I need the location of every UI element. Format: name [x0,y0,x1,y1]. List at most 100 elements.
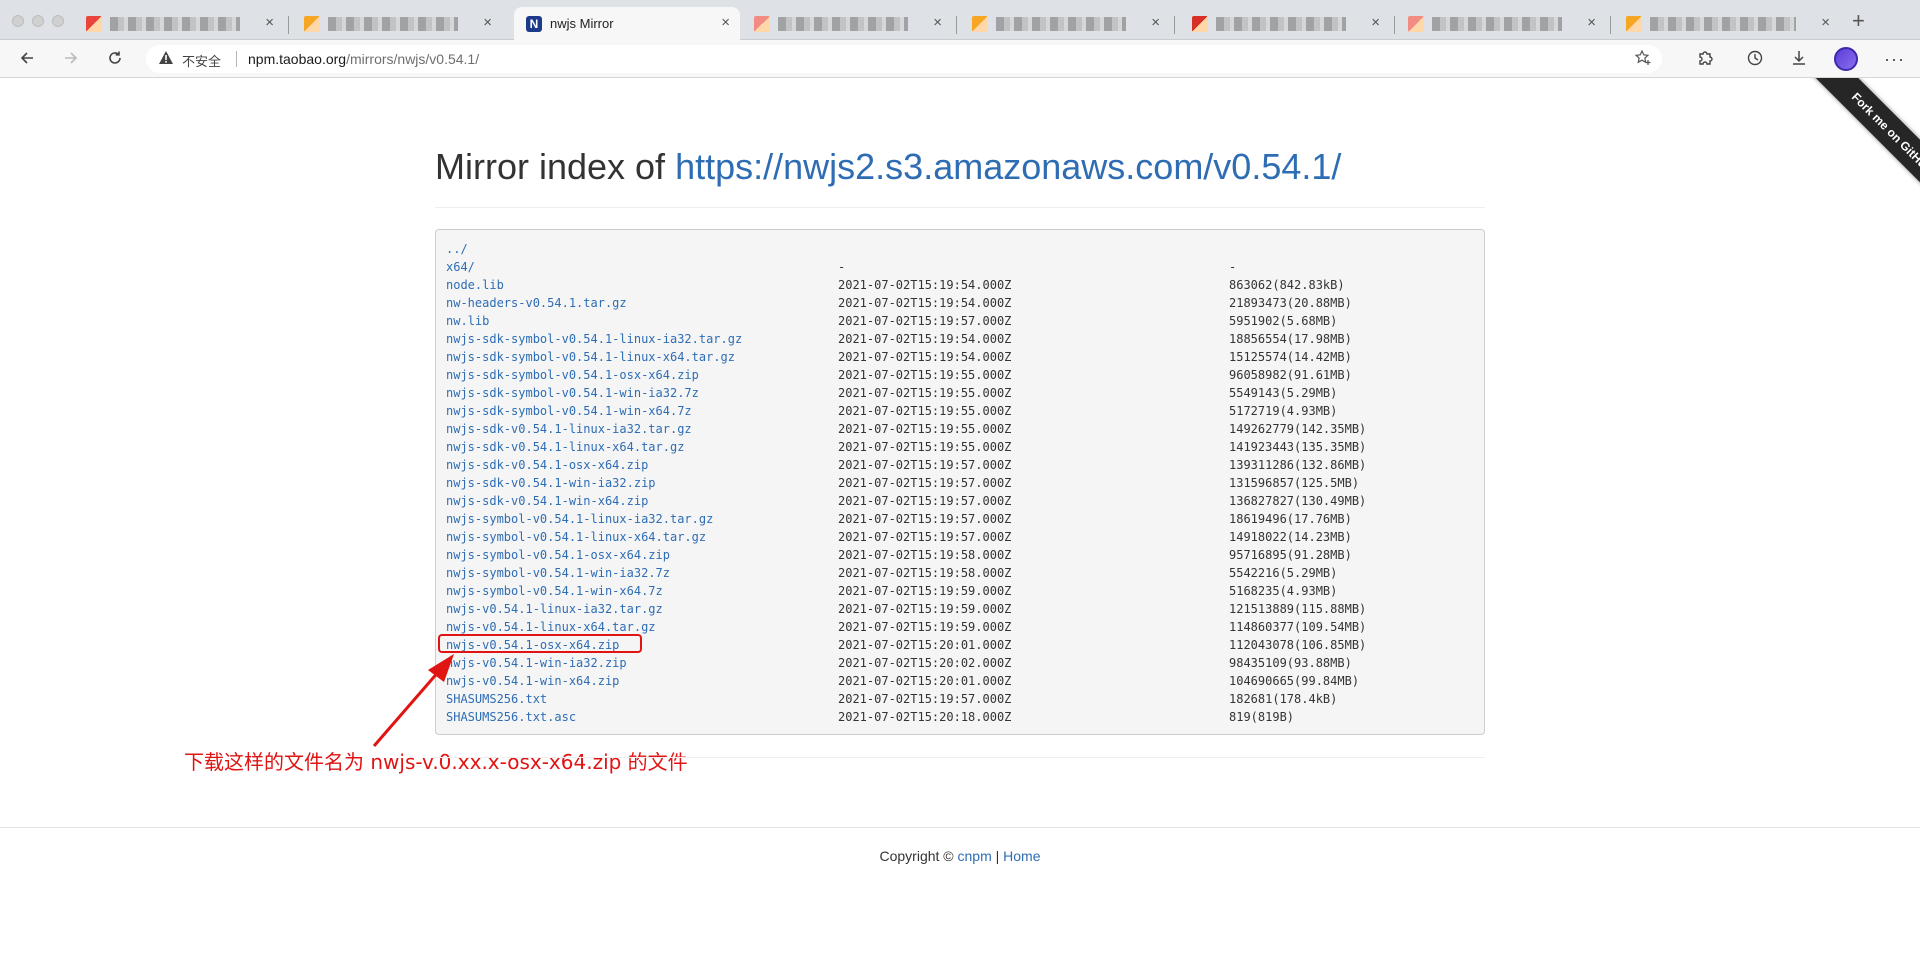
file-date: 2021-07-02T15:19:59.000Z [838,620,1012,634]
file-date: 2021-07-02T15:19:59.000Z [838,584,1012,598]
file-link[interactable]: nwjs-sdk-symbol-v0.54.1-win-x64.7z [446,402,692,420]
file-link[interactable]: nwjs-symbol-v0.54.1-linux-ia32.tar.gz [446,510,713,528]
new-tab-button[interactable]: + [1852,8,1865,34]
file-size: 14918022(14.23MB) [1229,530,1352,544]
file-link[interactable]: nwjs-sdk-v0.54.1-win-ia32.zip [446,474,656,492]
file-link[interactable]: nwjs-symbol-v0.54.1-win-ia32.7z [446,564,670,582]
tab[interactable]: × [1614,7,1840,40]
mirror-source-link[interactable]: https://nwjs2.s3.amazonaws.com/v0.54.1/ [675,146,1341,187]
reload-icon[interactable] [106,49,124,71]
github-ribbon-label[interactable]: Fork me on GitHub [1803,78,1920,222]
file-link[interactable]: nwjs-sdk-symbol-v0.54.1-osx-x64.zip [446,366,699,384]
file-date: 2021-07-02T15:19:57.000Z [838,692,1012,706]
file-link[interactable]: nwjs-sdk-symbol-v0.54.1-win-ia32.7z [446,384,699,402]
tab-close-icon[interactable]: × [265,14,274,31]
tab-close-icon[interactable]: × [721,14,730,31]
forward-arrow-icon[interactable] [62,49,80,71]
window-zoom-dot[interactable] [52,15,64,27]
copyright-text: Copyright © [879,848,958,864]
file-row: SHASUMS256.txt.asc 2021-07-02T15:20:18.00… [446,708,1476,726]
file-date: 2021-07-02T15:19:55.000Z [838,386,1012,400]
tab-active[interactable]: Nnwjs Mirror × [514,7,740,40]
page-title: Mirror index of https://nwjs2.s3.amazona… [435,146,1341,188]
file-link[interactable]: nwjs-sdk-v0.54.1-linux-ia32.tar.gz [446,420,692,438]
tab-close-icon[interactable]: × [483,14,492,31]
tab[interactable]: × [74,7,284,40]
footer-separator: | [991,848,1004,864]
tab-close-icon[interactable]: × [1371,14,1380,31]
file-link[interactable]: nwjs-sdk-symbol-v0.54.1-linux-ia32.tar.g… [446,330,742,348]
file-link[interactable]: nwjs-sdk-v0.54.1-win-x64.zip [446,492,648,510]
favorite-star-icon[interactable] [1634,49,1652,72]
file-row: nwjs-v0.54.1-win-ia32.zip 2021-07-02T15:2… [446,654,1476,672]
file-link[interactable]: node.lib [446,276,504,294]
file-link[interactable]: x64/ [446,258,475,276]
home-link[interactable]: Home [1003,848,1040,864]
file-size: 182681(178.4kB) [1229,692,1338,706]
url-text[interactable]: npm.taobao.org/mirrors/nwjs/v0.54.1/ [248,51,479,67]
file-size: 5549143(5.29MB) [1229,386,1338,400]
tab[interactable]: × [1180,7,1390,40]
file-link[interactable]: nw.lib [446,312,489,330]
toolbar: 不安全 npm.taobao.org/mirrors/nwjs/v0.54.1/… [0,40,1920,78]
file-date: - [838,260,846,274]
annotation-text: 下载这样的文件名为 nwjs-v.0.xx.x-osx-x64.zip 的文件 [184,750,688,774]
file-row: x64/ - - [446,258,1476,276]
tab-close-icon[interactable]: × [1151,14,1160,31]
file-link[interactable]: nwjs-sdk-symbol-v0.54.1-linux-x64.tar.gz [446,348,735,366]
file-date: 2021-07-02T15:19:54.000Z [838,296,1012,310]
warning-icon[interactable] [158,50,174,68]
file-size: 141923443(135.35MB) [1229,440,1367,454]
more-menu-icon[interactable]: ··· [1884,49,1905,69]
file-link[interactable]: nwjs-symbol-v0.54.1-linux-x64.tar.gz [446,528,706,546]
file-row: nwjs-sdk-symbol-v0.54.1-win-x64.7z 2021-0… [446,402,1476,420]
tab[interactable]: × [960,7,1170,40]
github-ribbon[interactable]: Fork me on GitHub [1770,78,1920,228]
file-link[interactable]: nwjs-v0.54.1-win-ia32.zip [446,654,627,672]
file-date: 2021-07-02T15:19:57.000Z [838,512,1012,526]
tab[interactable]: × [292,7,502,40]
tab-favicon-icon [86,16,102,32]
tab-close-icon[interactable]: × [933,14,942,31]
tab[interactable]: × [1396,7,1606,40]
window-minimize-dot[interactable] [32,15,44,27]
file-size: 96058982(91.61MB) [1229,368,1352,382]
tab-close-icon[interactable]: × [1821,14,1830,31]
tab-title-redacted [1650,17,1796,31]
file-link[interactable]: nwjs-v0.54.1-win-x64.zip [446,672,619,690]
tab-close-icon[interactable]: × [1587,14,1596,31]
file-size: 15125574(14.42MB) [1229,350,1352,364]
cnpm-link[interactable]: cnpm [958,848,992,864]
file-row: node.lib 2021-07-02T15:19:54.000Z 863062(8… [446,276,1476,294]
window-close-dot[interactable] [12,15,24,27]
history-icon[interactable] [1746,49,1764,73]
file-date: 2021-07-02T15:19:55.000Z [838,440,1012,454]
file-size: 819(819B) [1229,710,1295,724]
insecure-label[interactable]: 不安全 [182,51,221,70]
file-date: 2021-07-02T15:19:54.000Z [838,278,1012,292]
extensions-icon[interactable] [1696,49,1714,73]
file-size: 136827827(130.49MB) [1229,494,1367,508]
file-link[interactable]: nwjs-v0.54.1-linux-ia32.tar.gz [446,600,663,618]
tab-favicon-icon [754,16,770,32]
tab-title-redacted [778,17,908,31]
file-date: 2021-07-02T15:20:01.000Z [838,674,1012,688]
profile-avatar[interactable] [1834,47,1858,71]
file-link[interactable]: nwjs-sdk-v0.54.1-linux-x64.tar.gz [446,438,684,456]
file-link[interactable]: nwjs-symbol-v0.54.1-win-x64.7z [446,582,663,600]
footer: Copyright © cnpm | Home [0,848,1920,864]
file-link[interactable]: ../ [446,240,468,258]
file-row: nwjs-symbol-v0.54.1-linux-ia32.tar.gz 202… [446,510,1476,528]
url-host: npm.taobao.org [248,51,347,67]
download-icon[interactable] [1790,49,1808,73]
file-link[interactable]: nw-headers-v0.54.1.tar.gz [446,294,627,312]
back-arrow-icon[interactable] [18,49,36,71]
tab-favicon-icon [1408,16,1424,32]
file-row: nwjs-symbol-v0.54.1-osx-x64.zip 2021-07-0… [446,546,1476,564]
file-link[interactable]: nwjs-sdk-v0.54.1-osx-x64.zip [446,456,648,474]
file-row: nwjs-sdk-symbol-v0.54.1-osx-x64.zip 2021-… [446,366,1476,384]
address-bar[interactable]: 不安全 npm.taobao.org/mirrors/nwjs/v0.54.1/ [146,45,1662,73]
file-row: nwjs-sdk-symbol-v0.54.1-linux-x64.tar.gz… [446,348,1476,366]
file-link[interactable]: nwjs-symbol-v0.54.1-osx-x64.zip [446,546,670,564]
tab[interactable]: × [742,7,952,40]
